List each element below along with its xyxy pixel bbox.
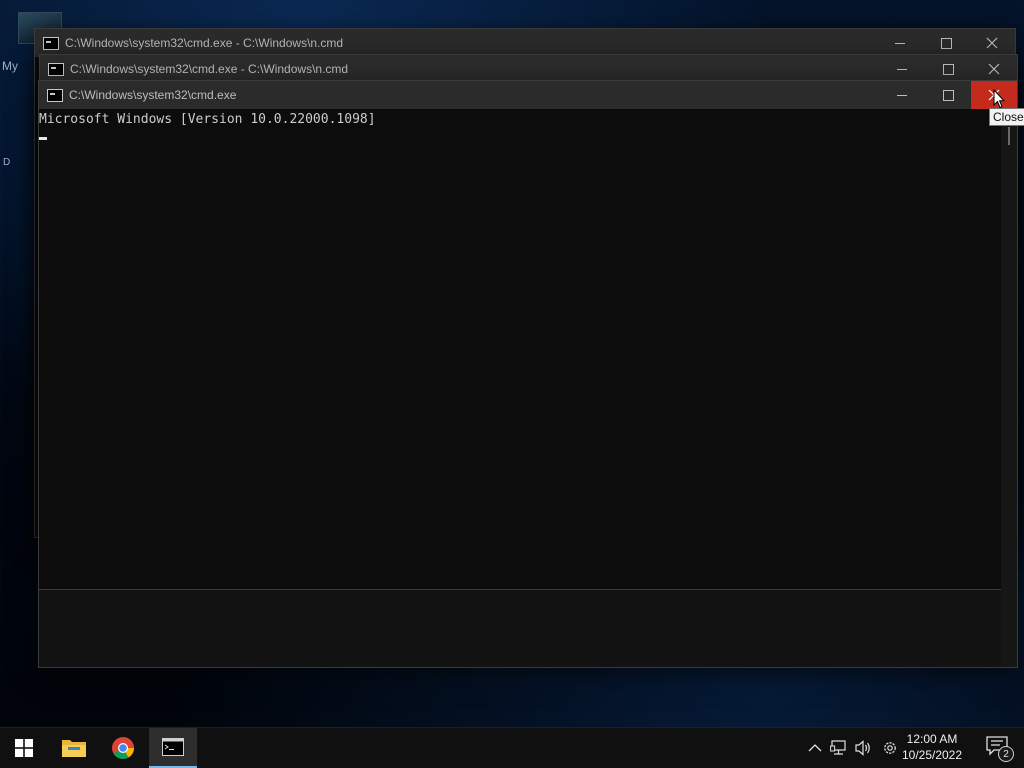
- volume-icon[interactable]: [853, 738, 873, 758]
- console-lower-area: [39, 589, 1001, 667]
- clock-date: 10/25/2022: [901, 748, 963, 762]
- cmd-icon: [43, 37, 59, 50]
- maximize-button[interactable]: [923, 29, 969, 57]
- window-title: C:\Windows\system32\cmd.exe - C:\Windows…: [65, 36, 344, 50]
- minimize-button[interactable]: [879, 81, 925, 109]
- window-title: C:\Windows\system32\cmd.exe: [69, 88, 237, 102]
- clock-time: 12:00 AM: [906, 732, 958, 746]
- console-output: Microsoft Windows [Version 10.0.22000.10…: [39, 112, 376, 127]
- start-button[interactable]: [0, 728, 48, 768]
- scrollbar-thumb[interactable]: [1008, 127, 1010, 145]
- chevron-up-icon[interactable]: [805, 738, 825, 758]
- close-button[interactable]: [969, 29, 1015, 57]
- notification-count-badge: 2: [998, 746, 1014, 762]
- taskbar-file-explorer[interactable]: [50, 728, 98, 768]
- scrollbar[interactable]: [1001, 109, 1017, 667]
- minimize-button[interactable]: [879, 55, 925, 83]
- notification-center-button[interactable]: 2: [986, 736, 1014, 762]
- folder-icon: [62, 740, 86, 757]
- desktop-icon-label-1: My: [2, 59, 18, 73]
- minimize-button[interactable]: [877, 29, 923, 57]
- close-button[interactable]: [971, 55, 1017, 83]
- close-icon: [986, 37, 998, 49]
- title-bar[interactable]: C:\Windows\system32\cmd.exe - C:\Windows…: [35, 29, 1015, 57]
- close-icon: [988, 63, 1000, 75]
- title-bar[interactable]: C:\Windows\system32\cmd.exe - C:\Windows…: [40, 55, 1017, 83]
- cmd-icon: [47, 89, 63, 102]
- cmd-icon: [48, 63, 64, 76]
- clock[interactable]: 12:00 AM 10/25/2022: [896, 731, 968, 763]
- cmd-icon: [162, 738, 184, 756]
- cmd-window-front[interactable]: C:\Windows\system32\cmd.exe Microsoft Wi…: [38, 80, 1018, 668]
- taskbar: 12:00 AM 10/25/2022 2: [0, 727, 1024, 768]
- desktop-icon-label-2: D: [3, 157, 11, 168]
- maximize-button[interactable]: [925, 55, 971, 83]
- windows-logo-icon: [15, 739, 33, 757]
- chrome-icon: [112, 737, 134, 759]
- close-tooltip: Close: [989, 108, 1024, 126]
- taskbar-command-prompt[interactable]: [149, 728, 197, 768]
- network-icon[interactable]: [829, 738, 849, 758]
- title-bar[interactable]: C:\Windows\system32\cmd.exe: [39, 81, 1017, 109]
- mouse-pointer-icon: [993, 89, 1005, 109]
- window-title: C:\Windows\system32\cmd.exe - C:\Windows…: [70, 62, 349, 76]
- text-cursor: [39, 137, 47, 140]
- taskbar-chrome[interactable]: [99, 728, 147, 768]
- maximize-button[interactable]: [925, 81, 971, 109]
